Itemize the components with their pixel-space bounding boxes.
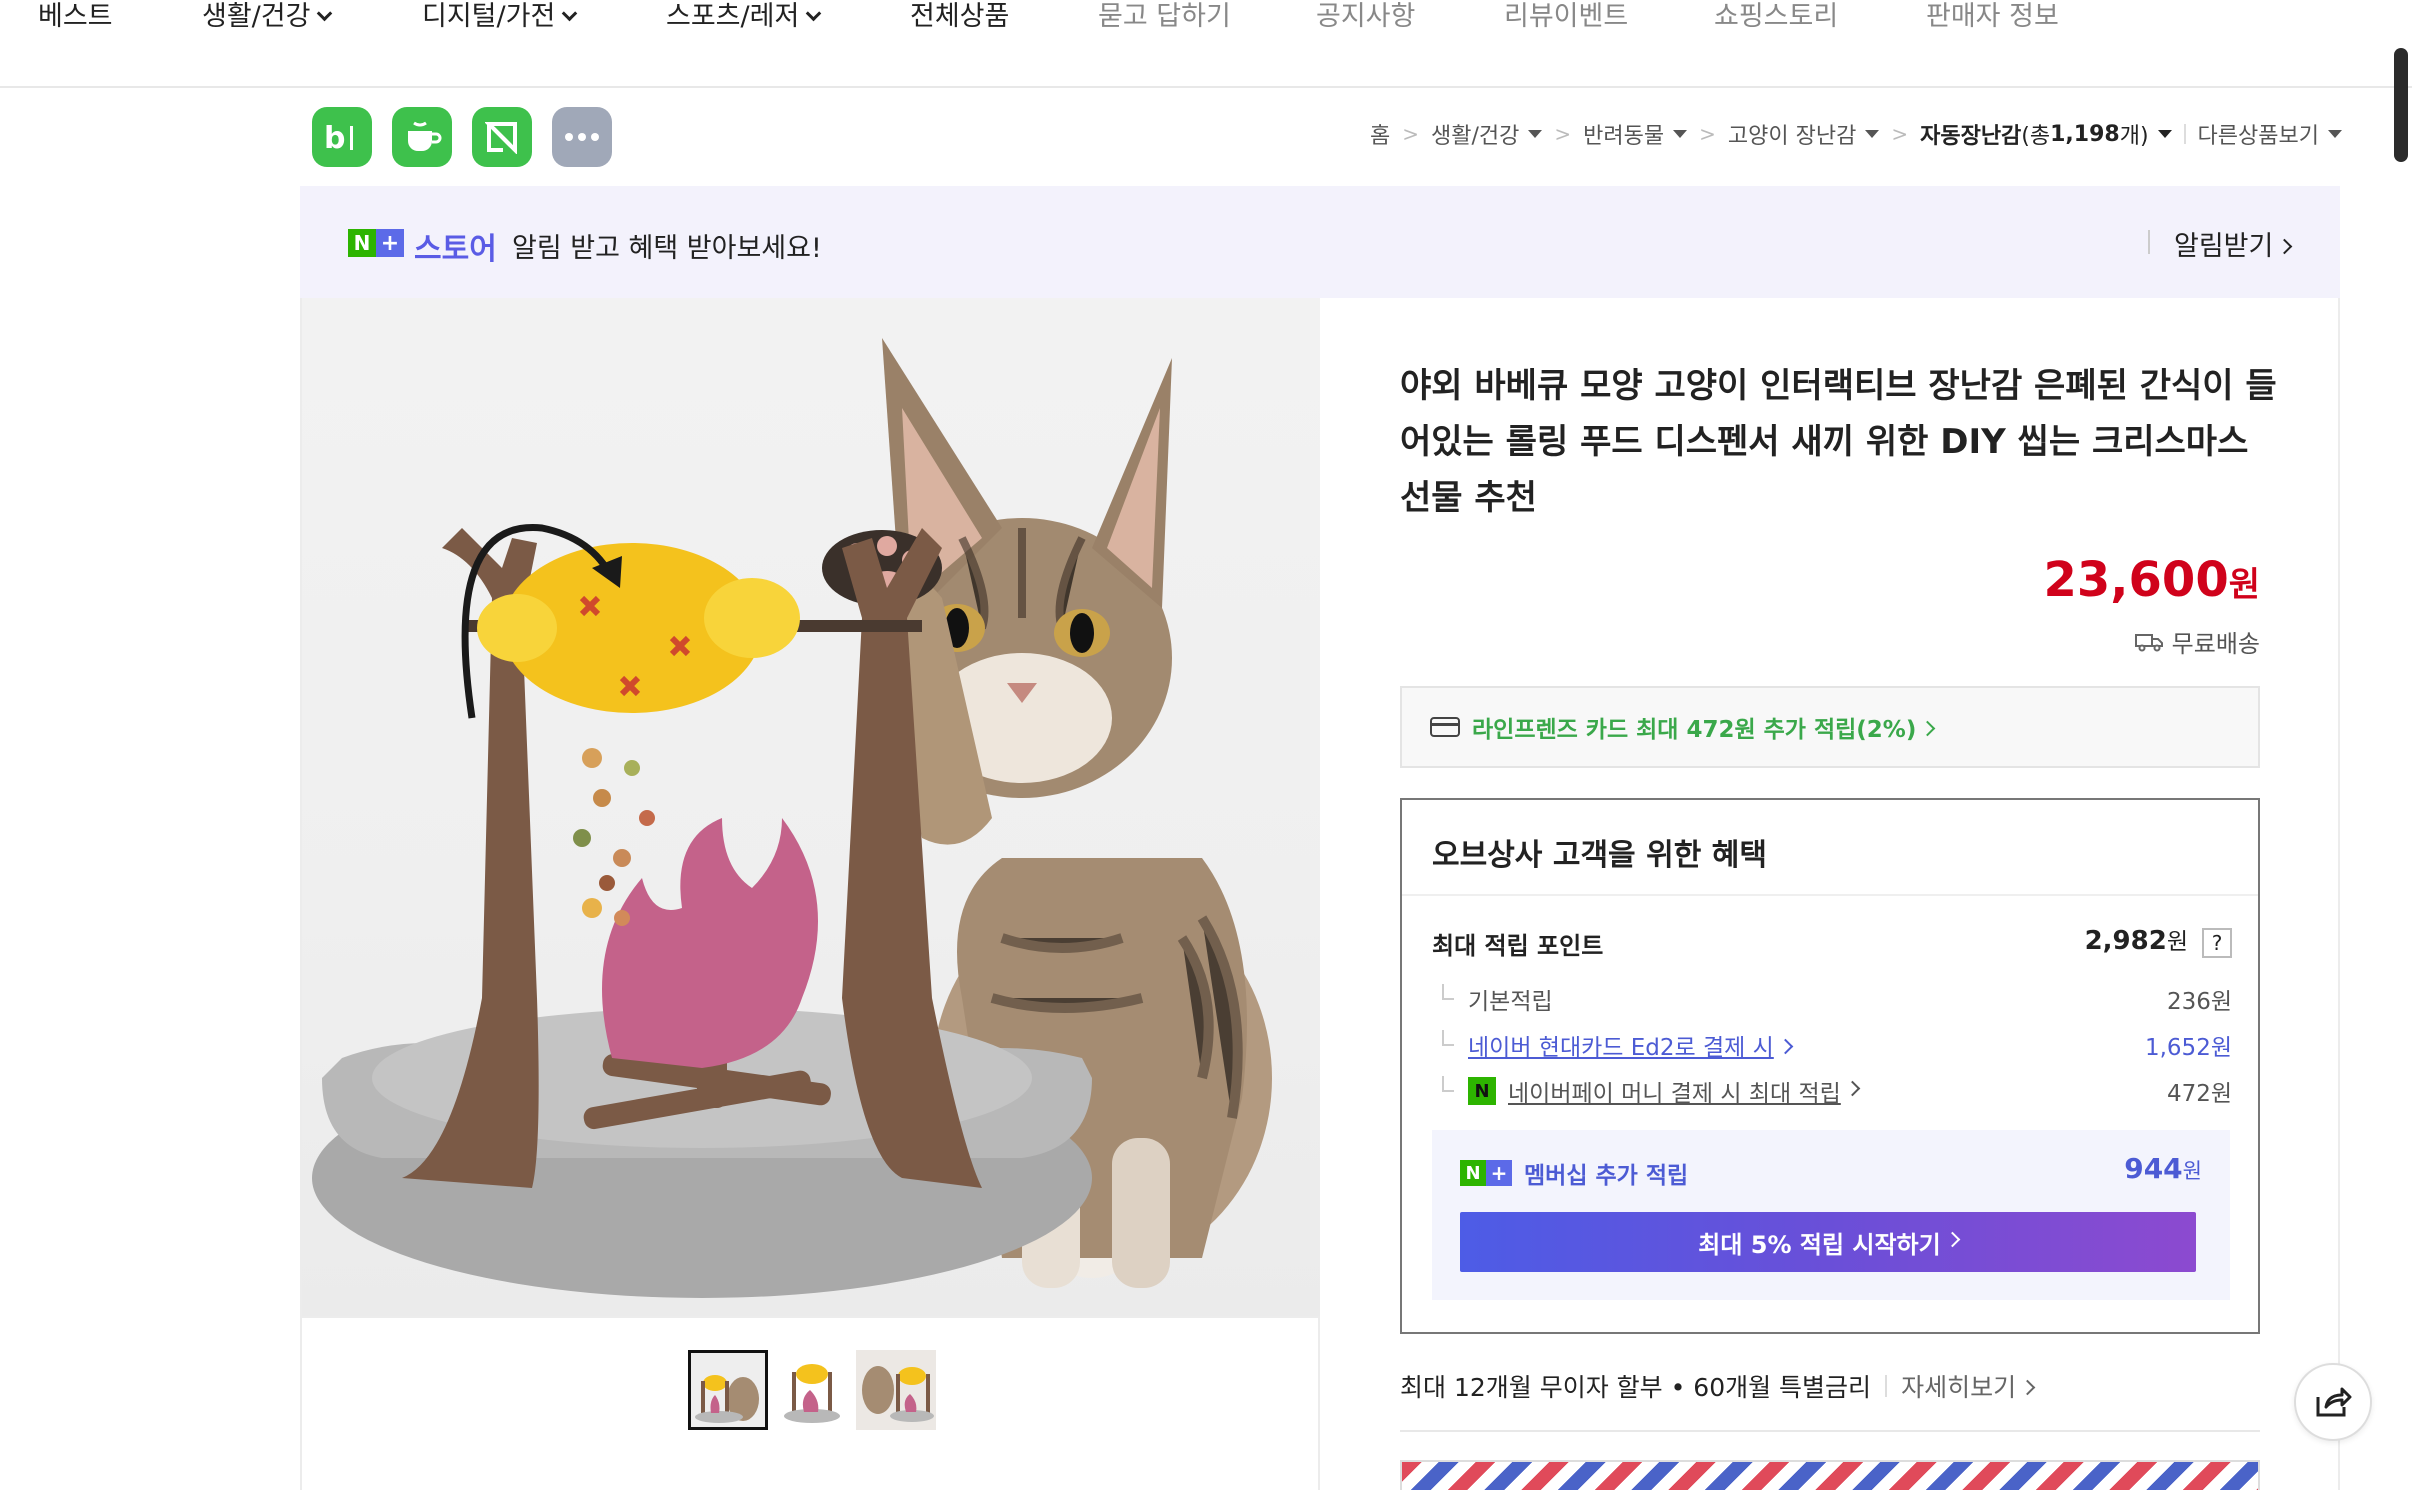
chevron-right-icon <box>1844 1080 1861 1096</box>
caret-down-icon <box>2157 130 2172 138</box>
basic-points-row: 기본적립 236원 <box>1432 982 2232 1018</box>
npay-money-row: N 네이버페이 머니 결제 시 최대 적립 472원 <box>1432 1074 2232 1110</box>
coupon-banner-edge <box>1400 1460 2260 1490</box>
chevron-down-icon <box>562 5 578 22</box>
naver-plus-badge: N + <box>1460 1160 1512 1186</box>
share-button[interactable] <box>2294 1363 2372 1441</box>
product-title: 야외 바베큐 모양 고양이 인터랙티브 장난감 은폐된 간식이 들어있는 롤링 … <box>1400 366 2277 518</box>
caret-down-icon <box>1528 130 1543 138</box>
nav-item-best[interactable]: 베스트 <box>38 0 113 33</box>
product-image-panel <box>300 298 1320 1490</box>
banner-message: 알림 받고 혜택 받아보세요! <box>512 233 822 264</box>
nav-item-review-event[interactable]: 리뷰이벤트 <box>1504 0 1628 33</box>
divider <box>2183 124 2186 144</box>
chevron-right-icon <box>1944 1231 1960 1247</box>
npay-money-link[interactable]: 네이버페이 머니 결제 시 최대 적립 <box>1508 1074 1841 1108</box>
chevron-down-icon <box>806 5 822 22</box>
breadcrumb-separator: > <box>1891 122 1909 146</box>
subscribe-alarm-button[interactable]: 알림받기 <box>2174 224 2293 263</box>
other-products-button[interactable]: 다른상품보기 <box>2198 118 2342 150</box>
divider <box>1402 894 2258 896</box>
membership-value: 944원 <box>2124 1152 2202 1185</box>
chevron-down-icon <box>317 5 333 22</box>
breadcrumb-living-health[interactable]: 생활/건강 <box>1431 118 1543 150</box>
nav-item-sports[interactable]: 스포츠/레저 <box>666 0 822 33</box>
nav-item-living-health[interactable]: 생활/건강 <box>202 0 333 33</box>
installment-details-link[interactable]: 자세히보기 <box>1901 1368 2036 1404</box>
top-navigation: 베스트 생활/건강 디지털/가전 스포츠/레저 전체상품 묻고 답하기 공지사항… <box>0 0 2412 88</box>
breadcrumb-auto-toys[interactable]: 자동장난감 (총 1,198 개) <box>1920 118 2172 150</box>
breadcrumb-pets[interactable]: 반려동물 <box>1583 118 1688 150</box>
nav-item-qna[interactable]: 묻고 답하기 <box>1098 0 1231 33</box>
divider <box>1400 1430 2260 1432</box>
hyundai-card-row: 네이버 현대카드 Ed2로 결제 시 1,652원 <box>1432 1028 2232 1064</box>
blog-icon[interactable]: b <box>312 107 372 167</box>
installment-info: 최대 12개월 무이자 할부 • 60개월 특별금리 자세히보기 <box>1400 1368 2036 1404</box>
truck-icon <box>2134 633 2163 651</box>
store-label: 스토어 <box>414 232 497 267</box>
store-notification-banner: N + 스토어 알림 받고 혜택 받아보세요! 알림받기 <box>300 186 2340 298</box>
membership-label: 멤버십 추가 적립 <box>1524 1163 1689 1189</box>
npay-icon: N <box>1468 1077 1496 1105</box>
chevron-right-icon <box>2277 238 2293 255</box>
chevron-right-icon <box>1920 720 1936 737</box>
naver-plus-badge: N + <box>348 229 404 257</box>
talktalk-icon[interactable] <box>472 107 532 167</box>
breadcrumb-separator: > <box>1402 122 1420 146</box>
hyundai-card-link[interactable]: 네이버 현대카드 Ed2로 결제 시 <box>1468 1035 1774 1061</box>
divider <box>1885 1375 1888 1397</box>
product-main-image[interactable] <box>302 298 1320 1318</box>
chevron-right-icon <box>2019 1379 2036 1396</box>
breadcrumb-home[interactable]: 홈 <box>1370 118 1390 150</box>
nav-item-notice[interactable]: 공지사항 <box>1316 0 1415 33</box>
caret-down-icon <box>1865 130 1880 138</box>
nav-item-all-products[interactable]: 전체상품 <box>910 0 1009 33</box>
scrollbar[interactable] <box>2394 48 2408 162</box>
max-points-row: 최대 적립 포인트 2,982원? <box>1432 926 2232 962</box>
thumbnail-1[interactable] <box>688 1350 768 1430</box>
thumbnail-3[interactable] <box>856 1350 936 1430</box>
breadcrumb-separator: > <box>1554 122 1572 146</box>
product-price: 23,600원 <box>2043 552 2260 608</box>
product-info-panel: 야외 바베큐 모양 고양이 인터랙티브 장난감 은폐된 간식이 들어있는 롤링 … <box>1320 298 2340 1490</box>
shipping-info: 무료배송 <box>2134 624 2260 659</box>
thumbnail-2[interactable] <box>772 1350 852 1430</box>
start-membership-button[interactable]: 최대 5% 적립 시작하기 <box>1460 1212 2196 1272</box>
divider <box>2148 230 2150 254</box>
cafe-icon[interactable] <box>392 107 452 167</box>
help-icon[interactable]: ? <box>2202 927 2232 958</box>
nav-item-seller-info[interactable]: 판매자 정보 <box>1926 0 2059 33</box>
breadcrumb-separator: > <box>1699 122 1716 146</box>
breadcrumb: 홈 > 생활/건강 > 반려동물 > 고양이 장난감 > 자동장난감 (총 1,1… <box>1370 118 2342 150</box>
svg-text:b: b <box>324 121 345 154</box>
breadcrumb-cat-toys[interactable]: 고양이 장난감 <box>1728 118 1880 150</box>
more-icon[interactable] <box>552 107 612 167</box>
nav-item-shopping-story[interactable]: 쇼핑스토리 <box>1714 0 1838 33</box>
chevron-right-icon <box>1777 1038 1794 1055</box>
card-offer-banner[interactable]: 라인프렌즈 카드 최대 472원 추가 적립(2%) <box>1400 686 2260 768</box>
nav-item-digital[interactable]: 디지털/가전 <box>422 0 578 33</box>
benefit-heading: 오브상사 고객을 위한 혜택 <box>1432 838 1767 873</box>
card-offer-text: 라인프렌즈 카드 최대 472원 추가 적립(2%) <box>1472 710 1936 744</box>
caret-down-icon <box>2328 130 2342 138</box>
customer-benefit-box: 오브상사 고객을 위한 혜택 최대 적립 포인트 2,982원? 기본적립 23… <box>1400 798 2260 1334</box>
credit-card-icon <box>1430 717 1460 737</box>
share-icon <box>2316 1387 2352 1417</box>
membership-box: N + 멤버십 추가 적립 944원 최대 5% 적립 시작하기 <box>1432 1130 2230 1300</box>
caret-down-icon <box>1673 130 1688 138</box>
